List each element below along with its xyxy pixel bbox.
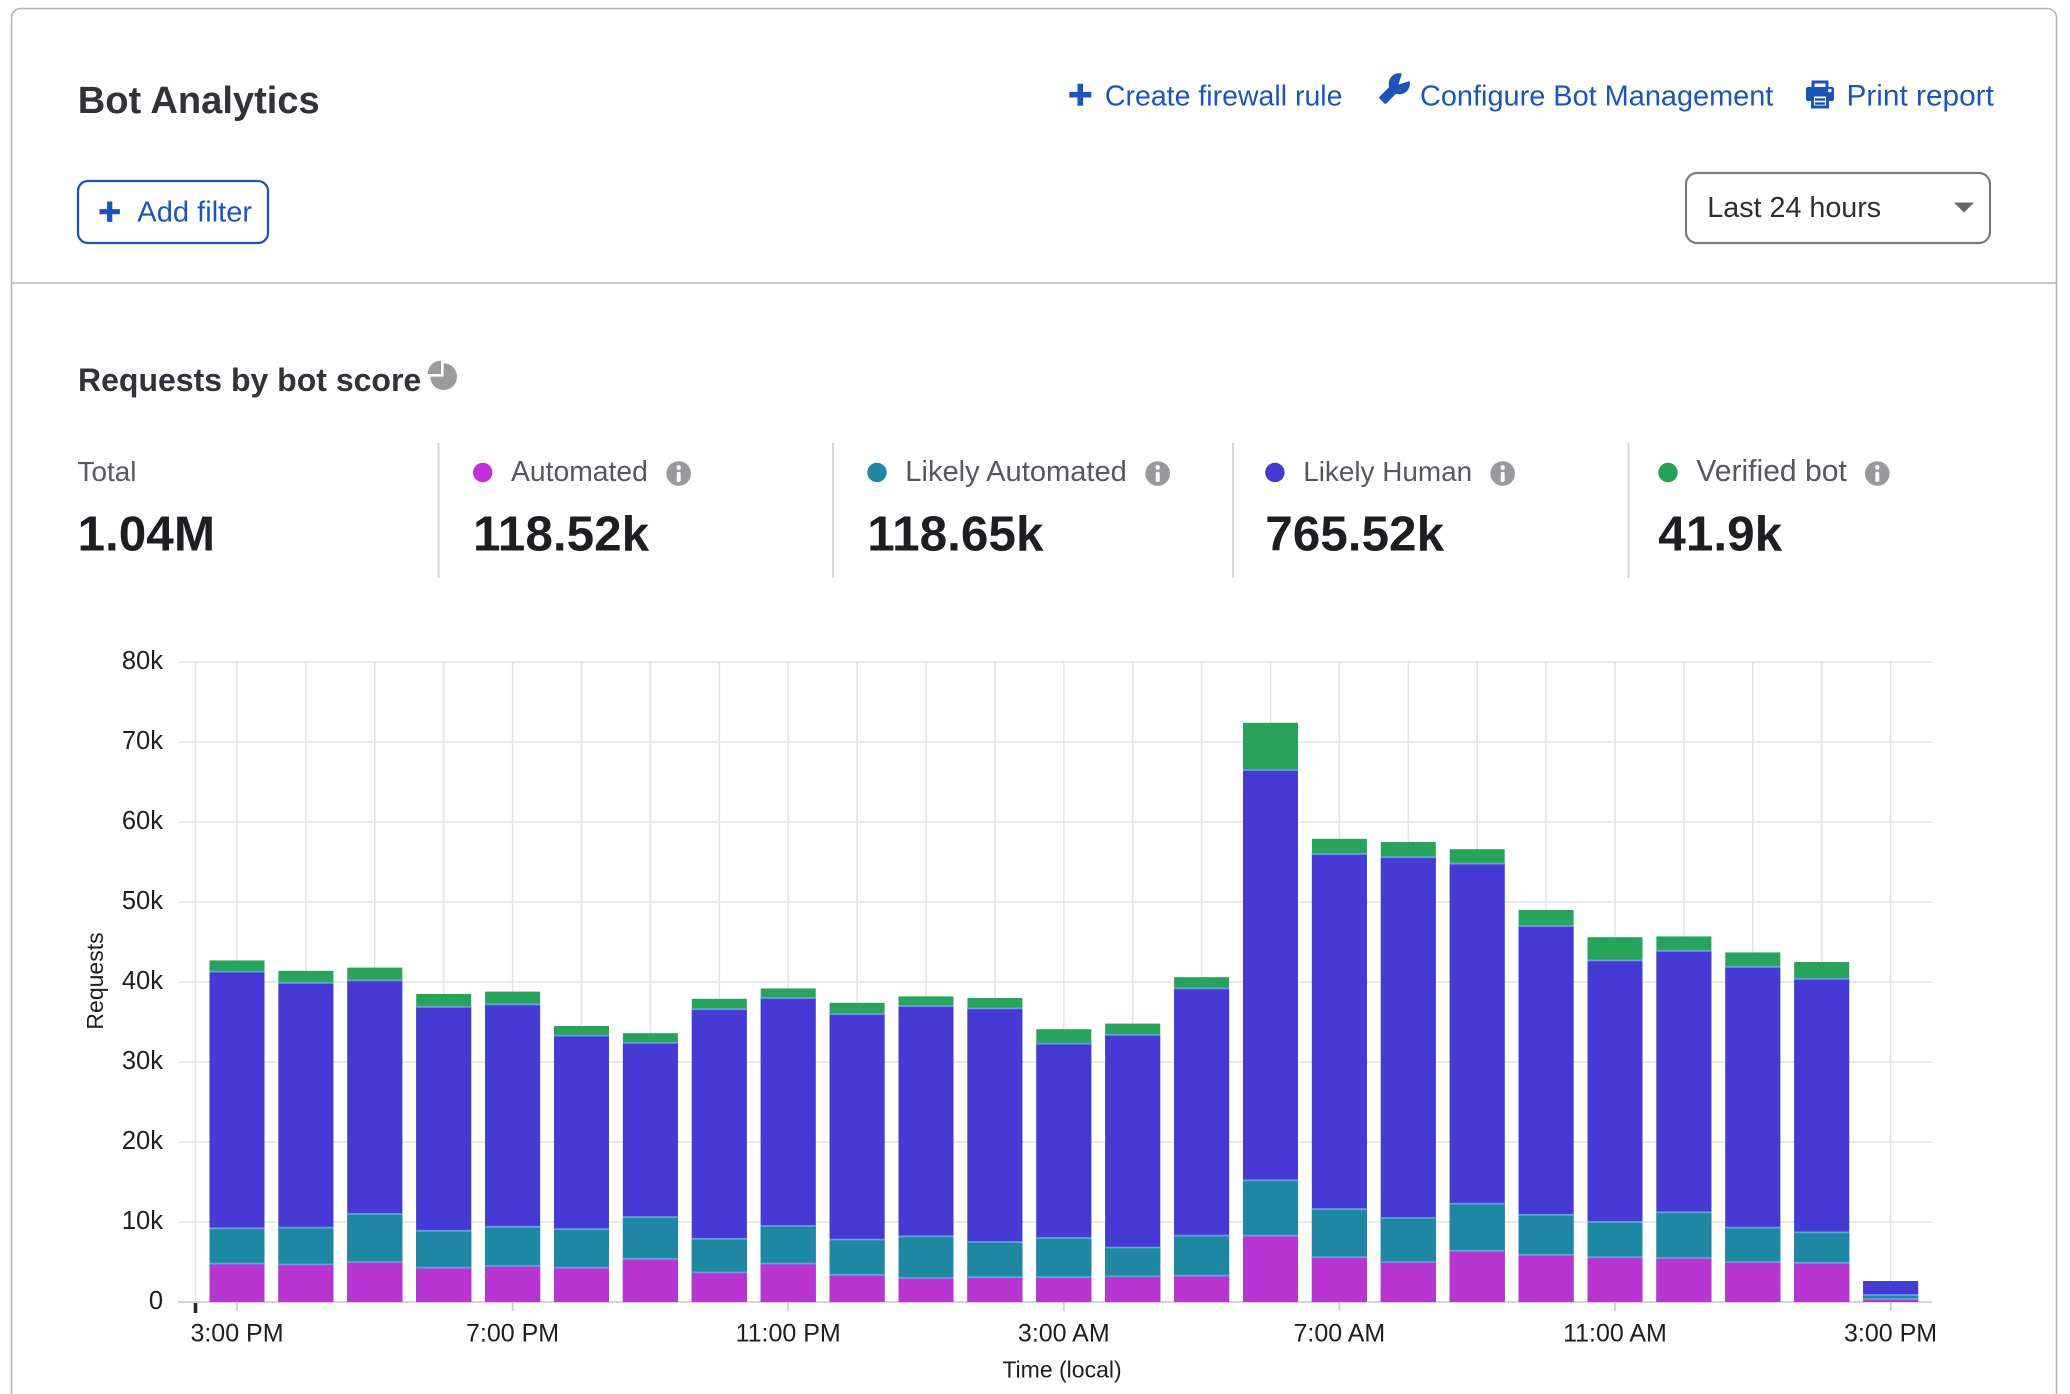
svg-text:0: 0 <box>149 1287 163 1315</box>
svg-text:50k: 50k <box>122 887 163 915</box>
svg-text:3:00 PM: 3:00 PM <box>1844 1320 1937 1348</box>
svg-text:Time (local): Time (local) <box>1002 1357 1121 1383</box>
svg-text:1.04M: 1.04M <box>78 507 216 562</box>
svg-text:20k: 20k <box>122 1127 163 1155</box>
svg-text:40k: 40k <box>122 967 163 995</box>
svg-text:10k: 10k <box>122 1207 163 1235</box>
svg-text:Requests: Requests <box>82 932 108 1029</box>
svg-text:118.65k: 118.65k <box>867 507 1044 562</box>
svg-text:Configure Bot Management: Configure Bot Management <box>1420 81 1773 113</box>
svg-text:Last 24 hours: Last 24 hours <box>1707 192 1881 224</box>
svg-text:Likely Automated: Likely Automated <box>905 456 1127 488</box>
svg-text:11:00 PM: 11:00 PM <box>736 1320 841 1348</box>
svg-text:41.9k: 41.9k <box>1658 507 1782 562</box>
svg-text:Add filter: Add filter <box>137 197 252 229</box>
svg-text:60k: 60k <box>122 807 163 835</box>
svg-text:765.52k: 765.52k <box>1265 507 1444 562</box>
svg-text:Total: Total <box>78 456 137 487</box>
svg-text:30k: 30k <box>122 1047 163 1075</box>
svg-text:Print report: Print report <box>1847 80 1995 113</box>
svg-text:Bot Analytics: Bot Analytics <box>78 80 320 122</box>
svg-text:80k: 80k <box>122 647 163 675</box>
svg-text:3:00 AM: 3:00 AM <box>1018 1320 1110 1348</box>
svg-text:Requests by bot score: Requests by bot score <box>78 362 421 398</box>
svg-text:11:00 AM: 11:00 AM <box>1563 1320 1667 1348</box>
svg-text:Create firewall rule: Create firewall rule <box>1105 81 1343 113</box>
svg-text:3:00 PM: 3:00 PM <box>190 1320 283 1348</box>
svg-text:70k: 70k <box>122 727 163 755</box>
svg-text:Automated: Automated <box>511 455 648 487</box>
svg-text:Verified bot: Verified bot <box>1696 455 1847 488</box>
svg-text:7:00 AM: 7:00 AM <box>1294 1320 1386 1348</box>
svg-text:118.52k: 118.52k <box>473 507 650 562</box>
svg-text:Likely Human: Likely Human <box>1303 456 1472 487</box>
svg-text:7:00 PM: 7:00 PM <box>466 1320 559 1348</box>
